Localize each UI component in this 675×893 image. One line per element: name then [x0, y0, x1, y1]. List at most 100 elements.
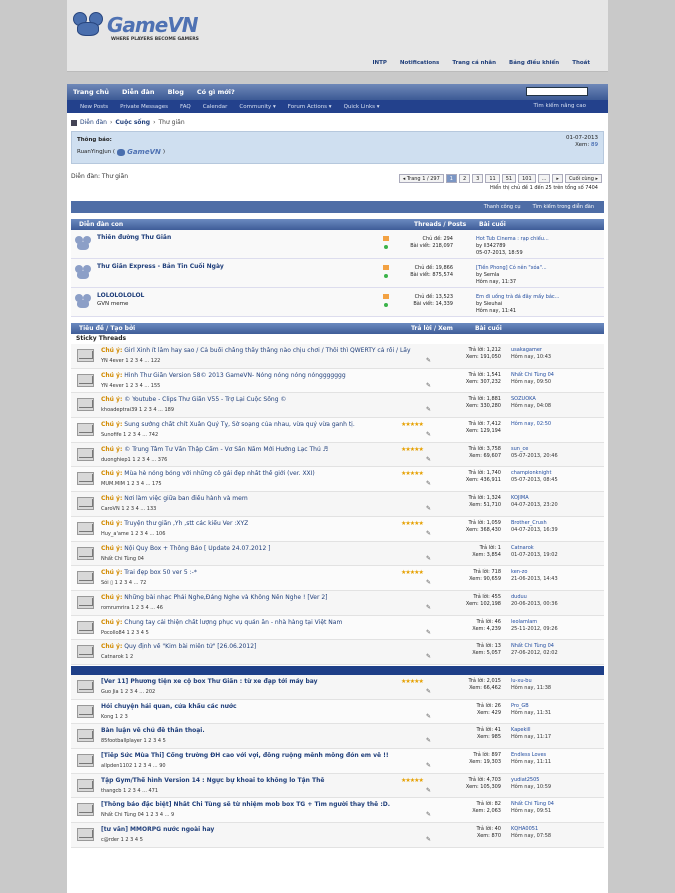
last-post-title[interactable]: Em đi uống trà đá đây mấy bác... — [476, 294, 566, 301]
advanced-search-link[interactable]: Tìm kiếm nâng cao — [533, 103, 586, 109]
last-post-title[interactable]: [Tiền Phong] Có nên "xóa"... — [476, 265, 566, 272]
thread-title[interactable]: Chú ý: © Trung Tâm Tư Vấn Thập Cẩm - Vơ … — [101, 446, 411, 453]
site-logo[interactable]: GameVN WHERE PLAYERS BECOME GAMERS — [71, 8, 199, 42]
thread-author[interactable]: Nhất Chi Tùng 04 — [101, 812, 144, 818]
thread-author[interactable]: Pocollo84 — [101, 630, 125, 636]
thread-title-text[interactable]: Truyện thư giãn ,Yh ,stt các kiểu Ver :X… — [124, 520, 248, 527]
last-post-user[interactable]: Catnarok — [511, 545, 558, 552]
page-next[interactable]: ▸ — [552, 174, 563, 183]
thread-title-text[interactable]: Chung tay cải thiện chất lượng phục vụ q… — [124, 619, 342, 626]
thread-title[interactable]: Chú ý: Hình Thư Giãn Version 58© 2013 Ga… — [101, 372, 411, 379]
thread-author[interactable]: MUM.MIM — [101, 481, 125, 487]
thread-pages[interactable]: 1 2 3 4 ... 72 — [115, 580, 147, 586]
thread-title[interactable]: Chú ý: Trai đẹp box 50 ver 5 :-* — [101, 569, 411, 576]
top-link-intp[interactable]: INTP — [372, 60, 386, 66]
last-post-user[interactable]: ken-zo — [511, 569, 558, 576]
thread-title-text[interactable]: Tập Gym/Thể hình Version 14 : Ngực bự kh… — [101, 777, 324, 784]
last-post-user[interactable]: Pro_GB — [511, 703, 551, 710]
page-2[interactable]: 2 — [458, 174, 471, 183]
thread-author[interactable]: duonghiep1 — [101, 457, 131, 463]
thread-author[interactable]: CaroVN — [101, 506, 120, 512]
thread-title[interactable]: Chú ý: Quy định về "Kim bài miễn tử" [26… — [101, 643, 411, 650]
thread-title-text[interactable]: Nội Quy Box + Thông Báo [ Update 24.07.2… — [124, 545, 270, 552]
thread-author[interactable]: Nhất Chi Tùng 04 — [101, 556, 144, 562]
last-post-user[interactable]: KQHA0051 — [511, 826, 551, 833]
thread-title[interactable]: Chú ý: Sung sướng chất chít Xuân Quý Tỵ,… — [101, 421, 411, 428]
thread-title[interactable]: Chú ý: Nội Quy Box + Thông Báo [ Update … — [101, 545, 411, 552]
thread-title-text[interactable]: Bàn luận về chủ đề thần thoại. — [101, 727, 205, 734]
last-post-user[interactable]: Nhất Chi Tùng 04 — [511, 372, 554, 379]
top-link-logout[interactable]: Thoát — [572, 60, 590, 66]
thread-pages[interactable]: 1 2 3 4 ... 90 — [134, 763, 166, 769]
breadcrumb-forums[interactable]: Diễn đàn — [80, 119, 107, 126]
subforum-row[interactable]: Thư Giãn Express - Bản Tin Cuối Ngày Chủ … — [71, 259, 604, 288]
thread-pages[interactable]: 1 2 3 4 ... 189 — [139, 407, 174, 413]
thread-title-text[interactable]: Quy định về "Kim bài miễn tử" [26.06.201… — [124, 643, 256, 650]
top-link-profile[interactable]: Trang cá nhân — [452, 60, 496, 66]
last-post-user[interactable]: championknight — [511, 470, 558, 477]
last-post-user[interactable]: leolamlam — [511, 619, 558, 626]
page-1[interactable]: 1 — [445, 174, 457, 183]
last-post-user[interactable]: usakagamer — [511, 347, 551, 354]
thread-title-text[interactable]: Girl Xinh ít lắm hay sao / Cả buổi chẳng… — [124, 347, 411, 354]
thread-title[interactable]: Chú ý: Mùa hè nóng bỏng với những cô gái… — [101, 470, 411, 477]
last-post-user[interactable]: Nhất Chi Tùng 04 — [511, 643, 558, 650]
thread-header-mid[interactable]: Trả lời / Xem — [411, 325, 453, 332]
subforum-name[interactable]: Thư Giãn Express - Bản Tin Cuối Ngày — [97, 263, 224, 270]
thread-pages[interactable]: 1 2 3 4 ... 122 — [125, 358, 160, 364]
page-11[interactable]: 11 — [485, 174, 500, 183]
thread-title-text[interactable]: Sung sướng chất chít Xuân Quý Tỵ, Sờ soạ… — [124, 421, 354, 428]
rss-icon[interactable] — [383, 265, 389, 270]
thread-author[interactable]: c@rder — [101, 837, 119, 843]
search-forum-button[interactable]: Tìm kiếm trong diễn đàn — [533, 204, 594, 210]
thread-title[interactable]: Chú ý: © Youtube - Clips Thư Giãn V55 - … — [101, 396, 411, 403]
page-select[interactable]: ◂ Trang 1 / 297 — [398, 174, 444, 183]
thread-pages[interactable]: 1 2 3 4 ... 202 — [120, 689, 155, 695]
thread-author[interactable]: thangcb — [101, 788, 121, 794]
thread-author[interactable]: romrumrira — [101, 605, 130, 611]
thread-header-left[interactable]: Tiêu đề / Tạo bởi — [79, 325, 135, 332]
page-101[interactable]: 101 — [518, 174, 536, 183]
subnav-new-posts[interactable]: New Posts — [80, 104, 108, 110]
thread-title[interactable]: Chú ý: Chung tay cải thiện chất lượng ph… — [101, 619, 411, 626]
subforum-row[interactable]: Thiên đường Thư Giãn Chủ đề: 294 Bài viết:… — [71, 230, 604, 259]
thread-title[interactable]: [tư vấn] MMORPG nước ngoài hay — [101, 826, 411, 833]
thread-title-text[interactable]: © Youtube - Clips Thư Giãn V55 - Trợ Lại… — [124, 396, 286, 403]
thread-title[interactable]: Tập Gym/Thể hình Version 14 : Ngực bự kh… — [101, 777, 411, 784]
thread-author[interactable]: Kong — [101, 714, 113, 720]
page-3[interactable]: 3 — [472, 174, 484, 183]
last-post-user[interactable]: Brother_Crush — [511, 520, 558, 527]
thread-author[interactable]: Sói ▯ — [101, 580, 113, 586]
subnav-faq[interactable]: FAQ — [180, 104, 191, 110]
page-51[interactable]: 51 — [501, 174, 517, 183]
thread-title-text[interactable]: Mùa hè nóng bỏng với những cô gái đẹp nh… — [124, 470, 315, 477]
subforum-name[interactable]: Thiên đường Thư Giãn — [97, 234, 171, 241]
thread-pages[interactable]: 1 2 — [125, 654, 133, 660]
thread-pages[interactable]: 1 2 3 4 ... 175 — [127, 481, 162, 487]
last-post-user[interactable]: Hôm nay, 02:50 — [511, 421, 551, 428]
thread-pages[interactable]: 1 2 3 4 5 — [121, 837, 143, 843]
thread-title-text[interactable]: Những bài nhạc Phải Nghe,Đáng Nghe và Kh… — [124, 594, 327, 601]
thread-author[interactable]: Sunofife — [101, 432, 122, 438]
thread-pages[interactable]: 1 2 3 4 ... 106 — [130, 531, 165, 537]
thread-author[interactable]: Guo Jia — [101, 689, 119, 695]
thread-pages[interactable]: 1 2 3 4 ... 471 — [123, 788, 158, 794]
thread-title-text[interactable]: Hỏi chuyện hải quan, cửa khẩu các nước — [101, 703, 237, 710]
notice-username[interactable]: RuanYingJun ( — [77, 149, 115, 155]
nav-tab-forums[interactable]: Diễn đàn — [122, 88, 155, 96]
last-post-user[interactable]: sun_ce — [511, 446, 558, 453]
thread-title[interactable]: Hỏi chuyện hải quan, cửa khẩu các nước — [101, 703, 411, 710]
page-last[interactable]: Cuối cùng ▸ — [564, 174, 602, 183]
last-post-user[interactable]: KOJIMA — [511, 495, 558, 502]
thread-title-text[interactable]: Nơi làm việc giữa ban điều hành và mem — [124, 495, 247, 502]
subnav-forum-actions[interactable]: Forum Actions ▾ — [288, 104, 332, 110]
rss-icon[interactable] — [383, 294, 389, 299]
nav-tab-home[interactable]: Trang chủ — [73, 88, 109, 96]
thread-pages[interactable]: 1 2 3 4 5 — [144, 738, 166, 744]
rss-icon[interactable] — [383, 236, 389, 241]
thread-pages[interactable]: 1 2 3 4 ... 133 — [121, 506, 156, 512]
thread-title[interactable]: Bàn luận về chủ đề thần thoại. — [101, 727, 411, 734]
thread-header-right[interactable]: Bài cuối — [475, 325, 502, 332]
thread-title-text[interactable]: [tư vấn] MMORPG nước ngoài hay — [101, 826, 214, 833]
thread-pages[interactable]: 1 2 3 4 ... 742 — [123, 432, 158, 438]
